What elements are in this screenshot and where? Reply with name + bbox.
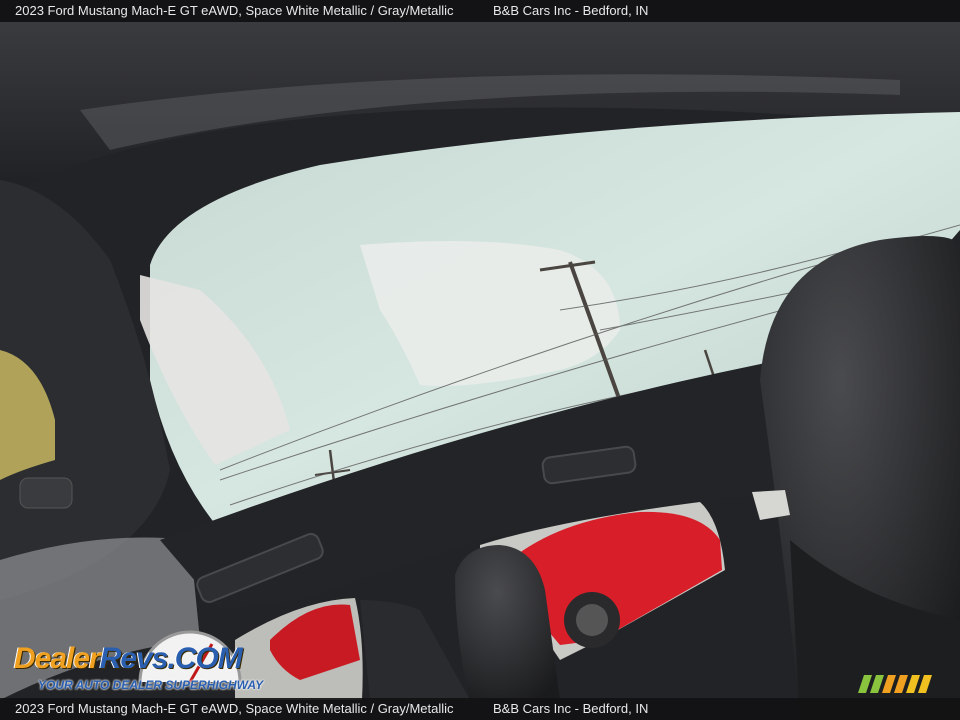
vehicle-caption-bottom: 2023 Ford Mustang Mach-E GT eAWD, Space … [15,701,454,716]
bottom-caption-bar: 2023 Ford Mustang Mach-E GT eAWD, Space … [0,698,960,720]
stripes-logo-icon [858,675,932,693]
visor-clip [19,477,73,509]
dealerrevs-watermark: DealerRevs.COM YOUR AUTO DEALER SUPERHIG… [12,622,282,694]
sunroof-photo [0,0,960,720]
vehicle-caption: 2023 Ford Mustang Mach-E GT eAWD, Space … [15,3,454,18]
top-caption-bar: 2023 Ford Mustang Mach-E GT eAWD, Space … [0,0,960,22]
watermark-tagline: YOUR AUTO DEALER SUPERHIGHWAY [38,678,264,692]
dealer-caption-bottom: B&B Cars Inc - Bedford, IN [493,701,649,716]
dealer-caption: B&B Cars Inc - Bedford, IN [493,3,649,18]
watermark-brand: DealerRevs.COM [14,642,243,675]
